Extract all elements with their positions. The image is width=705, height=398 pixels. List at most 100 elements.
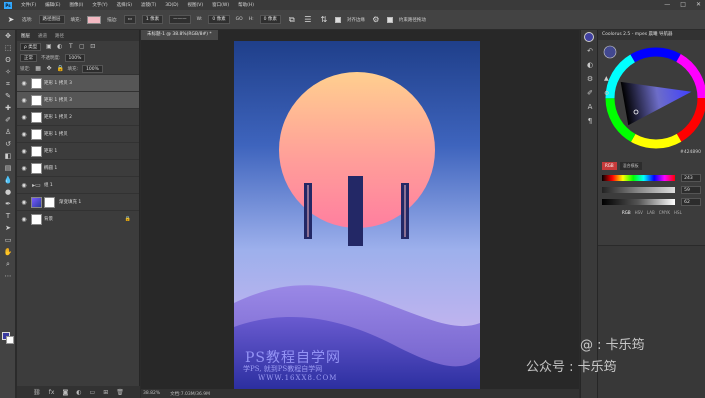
mode-select[interactable]: 路径图层	[38, 15, 65, 24]
background-color-swatch[interactable]	[6, 336, 14, 344]
path-arrange-icon[interactable]: ⇅	[319, 15, 329, 25]
mode-hsv[interactable]: HSV	[635, 210, 643, 215]
type-tool-icon[interactable]: T	[0, 210, 16, 222]
new-layer-icon[interactable]: ⊞	[103, 389, 108, 396]
menu-image[interactable]: 图像(I)	[69, 2, 83, 8]
document-info[interactable]: 文档:7.03M/36.9M	[170, 391, 210, 397]
menu-view[interactable]: 视图(V)	[188, 2, 204, 8]
visibility-eye-icon[interactable]: ◉	[17, 148, 31, 155]
add-mask-icon[interactable]: ◙	[62, 389, 68, 396]
menu-window[interactable]: 窗口(W)	[212, 2, 229, 8]
adjustment-filter-icon[interactable]: ◐	[56, 43, 63, 50]
fill-input[interactable]: 100%	[82, 64, 103, 73]
document-tab[interactable]: 未标题-1 @ 38.8%(RGB/8#) *	[141, 30, 218, 40]
link-layers-icon[interactable]: ⛓	[33, 389, 41, 396]
tab-mixer[interactable]: 混合模板	[619, 162, 642, 170]
path-operations-icon[interactable]: ⧉	[287, 15, 297, 25]
visibility-eye-icon[interactable]: ◉	[17, 131, 31, 138]
tab-paths[interactable]: 路径	[55, 33, 64, 39]
pen-tool-icon[interactable]: ✒	[0, 198, 16, 210]
visibility-eye-icon[interactable]: ◉	[17, 182, 31, 189]
link-icon[interactable]: GO	[236, 17, 243, 22]
blue-value-input[interactable]: 62	[681, 197, 701, 206]
eraser-tool-icon[interactable]: ◧	[0, 150, 16, 162]
red-slider-track[interactable]	[602, 174, 676, 181]
history-brush-tool-icon[interactable]: ↺	[0, 138, 16, 150]
layer-row[interactable]: ◉ 矩形 1 拷贝 3	[17, 74, 139, 91]
new-group-icon[interactable]: ▭	[90, 389, 96, 396]
move-tool-icon[interactable]: ✥	[0, 30, 16, 42]
magic-wand-tool-icon[interactable]: ✧	[0, 66, 16, 78]
path-alignment-icon[interactable]: ☰	[303, 15, 313, 25]
lasso-tool-icon[interactable]: ʘ	[0, 54, 16, 66]
layer-row[interactable]: ◉ 背景 🔒	[17, 210, 139, 227]
visibility-eye-icon[interactable]: ◉	[17, 114, 31, 121]
dodge-tool-icon[interactable]: ●	[0, 186, 16, 198]
menu-file[interactable]: 文件(F)	[21, 2, 36, 8]
minimize-button[interactable]: —	[664, 1, 670, 8]
hex-value[interactable]: #424890	[680, 150, 701, 155]
tab-layers[interactable]: 图层	[21, 33, 30, 39]
paragraph-panel-icon[interactable]: ¶	[581, 114, 599, 128]
layer-kind-filter[interactable]: ρ 类型	[20, 42, 42, 51]
height-input[interactable]: 0 像素	[259, 15, 281, 24]
mode-lab[interactable]: LAB	[647, 210, 655, 215]
path-selection-tool-icon[interactable]: ➤	[0, 222, 16, 234]
menu-type[interactable]: 文字(Y)	[92, 2, 107, 8]
smart-object-filter-icon[interactable]: ⊡	[89, 43, 96, 50]
width-input[interactable]: 0 像素	[208, 15, 230, 24]
rectangle-tool-icon[interactable]: ▭	[0, 234, 16, 246]
visibility-eye-icon[interactable]: ◉	[17, 80, 31, 87]
green-slider-track[interactable]	[602, 186, 676, 193]
folder-icon[interactable]: ▸▭	[31, 182, 42, 189]
maximize-button[interactable]: □	[680, 1, 686, 8]
layer-group-row[interactable]: ◉ ▸▭ 组 1	[17, 176, 139, 193]
layer-row[interactable]: ◉ 矩形 1 拷贝 3	[17, 91, 139, 108]
lock-all-icon[interactable]: 🔒	[57, 65, 64, 72]
visibility-eye-icon[interactable]: ◉	[17, 165, 31, 172]
trash-icon[interactable]: 🗑	[116, 389, 124, 396]
stroke-swatch[interactable]: ▭	[123, 15, 136, 24]
zoom-tool-icon[interactable]: ⌕	[0, 258, 16, 270]
blend-mode-select[interactable]: 正常	[20, 53, 37, 62]
visibility-eye-icon[interactable]: ◉	[17, 216, 31, 223]
layer-row[interactable]: ◉ 椭圆 1	[17, 159, 139, 176]
layer-style-icon[interactable]: fx	[49, 389, 55, 396]
tab-rgb[interactable]: RGB	[602, 162, 617, 170]
menu-edit[interactable]: 编辑(E)	[45, 2, 60, 8]
fill-swatch[interactable]	[87, 15, 102, 24]
stroke-type-select[interactable]: ———	[169, 15, 191, 24]
mode-cmyk[interactable]: CMYK	[659, 210, 670, 215]
align-edges-checkbox[interactable]	[334, 16, 341, 23]
healing-brush-tool-icon[interactable]: ✚	[0, 102, 16, 114]
color-panel-icon[interactable]	[584, 32, 594, 42]
layer-row[interactable]: ◉ 渐变填充 1	[17, 193, 139, 210]
eyedropper-tool-icon[interactable]: ✎	[0, 90, 16, 102]
visibility-eye-icon[interactable]: ◉	[17, 199, 31, 206]
blur-tool-icon[interactable]: 💧	[0, 174, 16, 186]
menu-3d[interactable]: 3D(D)	[165, 3, 178, 8]
adjustments-panel-icon[interactable]: ◐	[581, 58, 599, 72]
more-tools-icon[interactable]: ⋯	[0, 270, 16, 282]
menu-help[interactable]: 帮助(H)	[238, 2, 254, 8]
image-filter-icon[interactable]: ▣	[45, 43, 52, 50]
opacity-input[interactable]: 100%	[64, 53, 86, 62]
menu-filter[interactable]: 滤镜(T)	[141, 2, 156, 8]
brush-tool-icon[interactable]: ✐	[0, 114, 16, 126]
adjustment-layer-icon[interactable]: ◐	[76, 389, 81, 396]
lock-position-icon[interactable]: ✥	[46, 65, 53, 72]
layer-row[interactable]: ◉ 矩形 1	[17, 142, 139, 159]
layer-row[interactable]: ◉ 矩形 1 拷贝 2	[17, 108, 139, 125]
red-value-input[interactable]: 243	[681, 173, 701, 182]
green-value-input[interactable]: 59	[681, 185, 701, 194]
green-slider[interactable]: 59	[602, 185, 701, 194]
visibility-eye-icon[interactable]: ◉	[17, 97, 31, 104]
lock-pixels-icon[interactable]: ▦	[35, 65, 42, 72]
constrain-path-checkbox[interactable]	[386, 16, 393, 23]
layer-row[interactable]: ◉ 矩形 1 拷贝	[17, 125, 139, 142]
marquee-tool-icon[interactable]: ⬚	[0, 42, 16, 54]
brush-panel-icon[interactable]: ✐	[581, 86, 599, 100]
tab-channels[interactable]: 通道	[38, 33, 47, 39]
menu-select[interactable]: 选择(S)	[117, 2, 132, 8]
color-wheel[interactable]: ▲ ⚙	[598, 40, 705, 158]
